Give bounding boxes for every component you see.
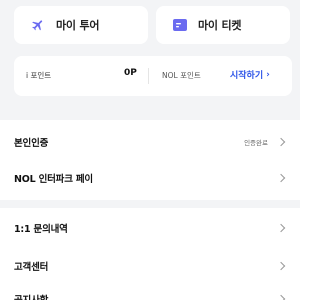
my-ticket-button[interactable]: 마이 티켓	[156, 6, 290, 44]
my-ticket-label: 마이 티켓	[198, 19, 242, 32]
airplane-icon	[30, 17, 46, 33]
chevron-right-icon	[276, 294, 286, 300]
chevron-right-icon	[276, 137, 286, 147]
my-tour-label: 마이 투어	[56, 19, 100, 32]
verification-status: 인증완료	[244, 139, 268, 147]
chevron-right-icon	[276, 261, 286, 271]
points-divider	[148, 68, 149, 84]
menu-item-label: NOL 인터파크 페이	[14, 174, 93, 185]
menu-item-label: 본인인증	[14, 138, 49, 149]
menu-item-label: 고객센터	[14, 262, 49, 273]
top-shortcut-area: 마이 투어 마이 티켓 i 포인트 0P NOL 포인트 시작하기 ›	[0, 0, 300, 120]
i-point-value: 0P	[124, 68, 137, 78]
menu-item-label: 1:1 문의내역	[14, 224, 68, 235]
nol-start-link[interactable]: 시작하기 ›	[230, 68, 270, 82]
chevron-right-icon	[276, 223, 286, 233]
menu-item-nol-pay[interactable]: NOL 인터파크 페이	[0, 163, 300, 193]
menu-item-verification[interactable]: 본인인증 인증완료	[0, 127, 300, 157]
menu-item-notice[interactable]: 공지사항	[0, 284, 300, 300]
points-panel: i 포인트 0P NOL 포인트 시작하기 ›	[14, 56, 292, 96]
my-tour-button[interactable]: 마이 투어	[14, 6, 148, 44]
menu-item-inquiry[interactable]: 1:1 문의내역	[0, 213, 300, 243]
chevron-right-icon: ›	[266, 69, 270, 80]
menu-item-customer-center[interactable]: 고객센터	[0, 251, 300, 281]
section-divider	[0, 200, 300, 208]
nol-point-label: NOL 포인트	[162, 71, 201, 80]
i-point-label: i 포인트	[26, 71, 52, 80]
ticket-icon	[172, 17, 188, 33]
my-page-screen: 마이 투어 마이 티켓 i 포인트 0P NOL 포인트 시작하기 › 본인인증…	[0, 0, 300, 300]
chevron-right-icon	[276, 173, 286, 183]
nol-start-label: 시작하기	[230, 71, 264, 81]
menu-item-label: 공지사항	[14, 292, 48, 300]
